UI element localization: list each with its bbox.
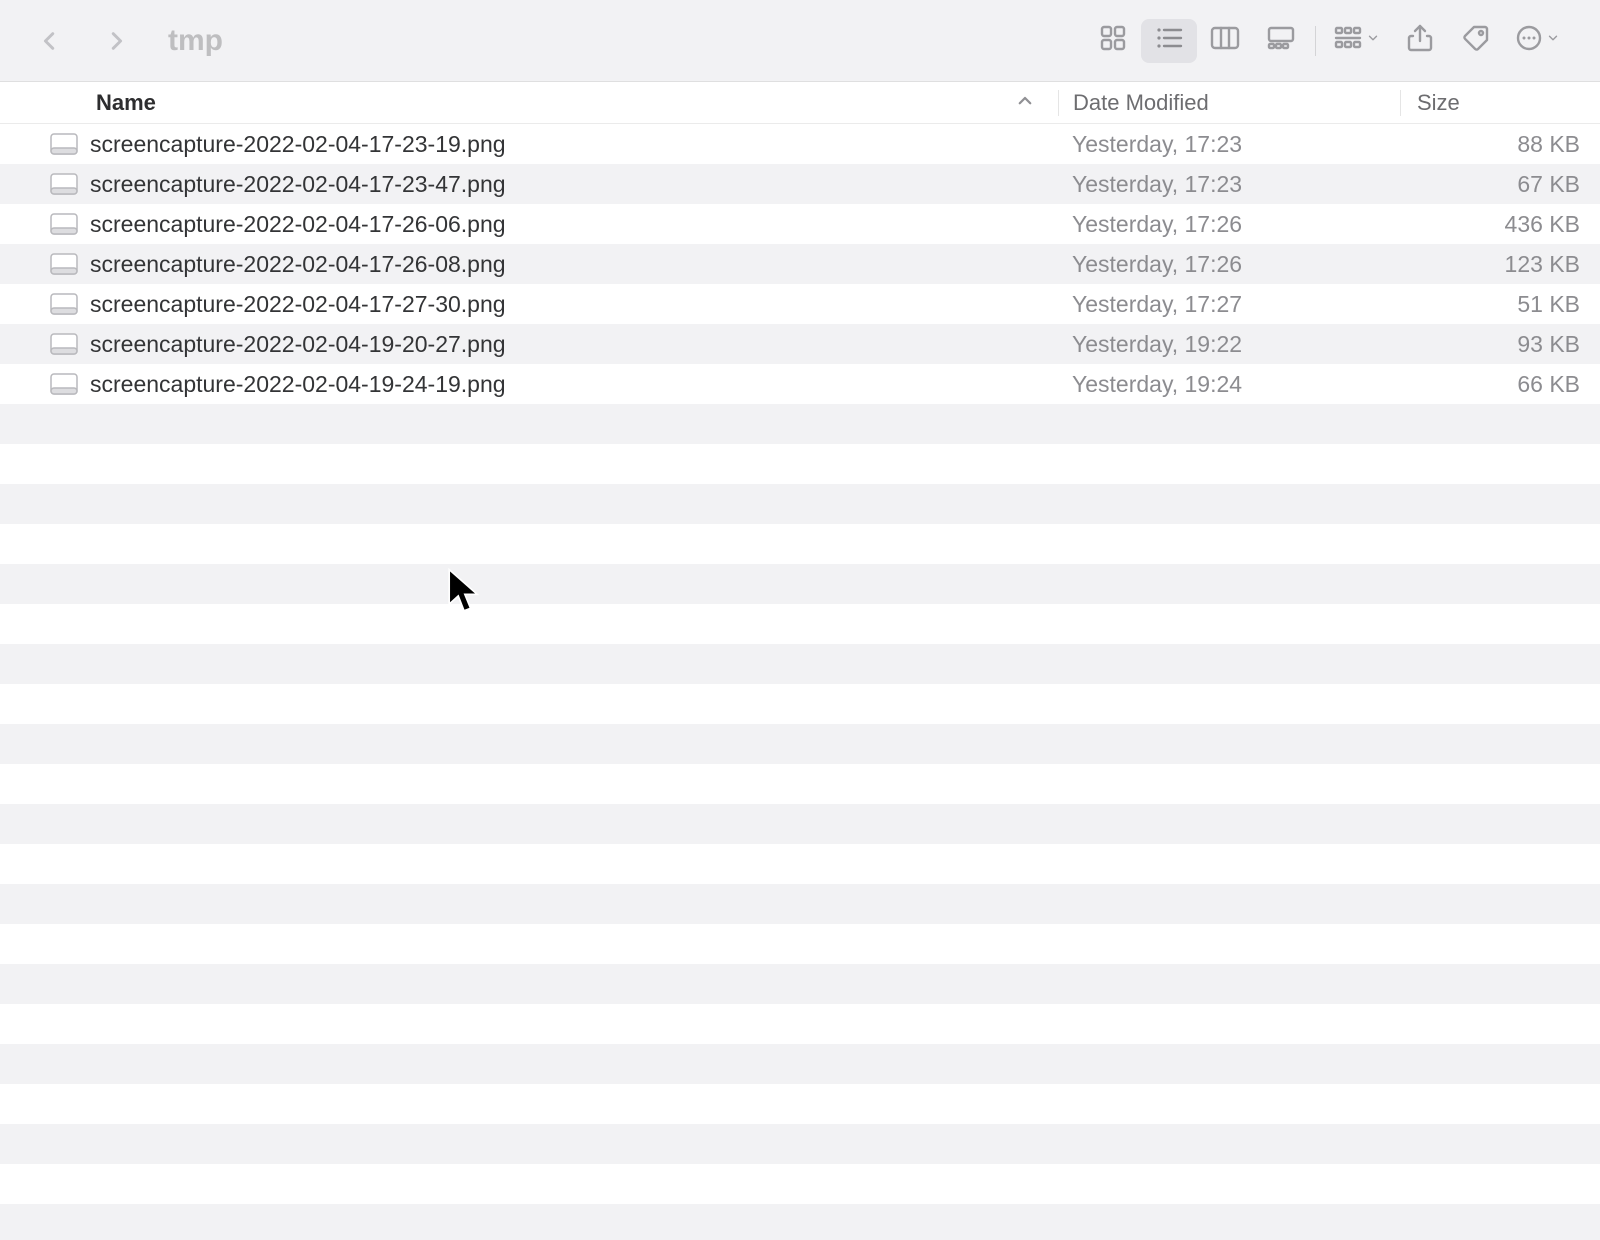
file-row[interactable]: screencapture-2022-02-04-19-20-27.png Yes… <box>0 324 1600 364</box>
file-size: 88 KB <box>1400 131 1600 158</box>
cell-name: screencapture-2022-02-04-17-26-06.png <box>0 211 1058 238</box>
file-date: Yesterday, 19:24 <box>1058 371 1400 398</box>
columns-icon <box>1210 25 1240 56</box>
image-file-icon <box>50 213 78 235</box>
empty-row <box>0 1124 1600 1164</box>
action-group <box>1322 19 1572 63</box>
tags-button[interactable] <box>1448 19 1504 63</box>
file-size: 436 KB <box>1400 211 1600 238</box>
file-name: screencapture-2022-02-04-17-26-06.png <box>90 211 506 238</box>
chevron-down-icon <box>1546 31 1560 50</box>
cell-name: screencapture-2022-02-04-17-23-47.png <box>0 171 1058 198</box>
empty-row <box>0 924 1600 964</box>
empty-row <box>0 724 1600 764</box>
image-file-icon <box>50 293 78 315</box>
column-header-row: Name Date Modified Size <box>0 82 1600 124</box>
file-size: 51 KB <box>1400 291 1600 318</box>
column-header-name[interactable]: Name <box>0 90 1058 116</box>
view-icons-button[interactable] <box>1085 19 1141 63</box>
empty-row <box>0 1204 1600 1240</box>
empty-row <box>0 804 1600 844</box>
file-row[interactable]: screencapture-2022-02-04-17-23-47.png Yes… <box>0 164 1600 204</box>
view-columns-button[interactable] <box>1197 19 1253 63</box>
file-row[interactable]: screencapture-2022-02-04-17-26-08.png Yes… <box>0 244 1600 284</box>
empty-row <box>0 524 1600 564</box>
nav-group <box>36 27 130 55</box>
cell-name: screencapture-2022-02-04-19-24-19.png <box>0 371 1058 398</box>
file-name: screencapture-2022-02-04-17-26-08.png <box>90 251 506 278</box>
back-button[interactable] <box>36 27 64 55</box>
cell-name: screencapture-2022-02-04-17-23-19.png <box>0 131 1058 158</box>
empty-row <box>0 684 1600 724</box>
toolbar: tmp <box>0 0 1600 82</box>
file-list[interactable]: screencapture-2022-02-04-17-23-19.png Yes… <box>0 124 1600 1240</box>
file-name: screencapture-2022-02-04-19-24-19.png <box>90 371 506 398</box>
column-header-date-label: Date Modified <box>1073 90 1209 115</box>
group-icon <box>1334 26 1362 55</box>
empty-row <box>0 1004 1600 1044</box>
file-date: Yesterday, 17:23 <box>1058 131 1400 158</box>
image-file-icon <box>50 333 78 355</box>
cell-name: screencapture-2022-02-04-19-20-27.png <box>0 331 1058 358</box>
file-date: Yesterday, 19:22 <box>1058 331 1400 358</box>
file-name: screencapture-2022-02-04-19-20-27.png <box>90 331 506 358</box>
tag-icon <box>1462 24 1490 57</box>
group-by-button[interactable] <box>1322 19 1392 63</box>
image-file-icon <box>50 253 78 275</box>
file-row[interactable]: screencapture-2022-02-04-17-27-30.png Yes… <box>0 284 1600 324</box>
empty-row <box>0 444 1600 484</box>
sort-ascending-icon <box>1016 90 1034 116</box>
empty-row <box>0 484 1600 524</box>
file-size: 67 KB <box>1400 171 1600 198</box>
grid-icon <box>1099 24 1127 57</box>
empty-row <box>0 564 1600 604</box>
file-name: screencapture-2022-02-04-17-23-47.png <box>90 171 506 198</box>
empty-row <box>0 964 1600 1004</box>
share-button[interactable] <box>1392 19 1448 63</box>
file-date: Yesterday, 17:27 <box>1058 291 1400 318</box>
image-file-icon <box>50 373 78 395</box>
view-list-button[interactable] <box>1141 19 1197 63</box>
image-file-icon <box>50 173 78 195</box>
empty-row <box>0 404 1600 444</box>
empty-row <box>0 1044 1600 1084</box>
file-size: 123 KB <box>1400 251 1600 278</box>
toolbar-separator <box>1315 26 1316 56</box>
empty-row <box>0 1164 1600 1204</box>
image-file-icon <box>50 133 78 155</box>
cell-name: screencapture-2022-02-04-17-26-08.png <box>0 251 1058 278</box>
empty-row <box>0 764 1600 804</box>
empty-row <box>0 884 1600 924</box>
empty-row <box>0 644 1600 684</box>
more-icon <box>1516 25 1542 56</box>
view-gallery-button[interactable] <box>1253 19 1309 63</box>
column-header-size-label: Size <box>1417 90 1460 115</box>
file-date: Yesterday, 17:26 <box>1058 211 1400 238</box>
empty-row <box>0 1084 1600 1124</box>
cell-name: screencapture-2022-02-04-17-27-30.png <box>0 291 1058 318</box>
list-icon <box>1154 24 1184 57</box>
file-date: Yesterday, 17:23 <box>1058 171 1400 198</box>
column-header-date[interactable]: Date Modified <box>1058 90 1400 116</box>
file-name: screencapture-2022-02-04-17-23-19.png <box>90 131 506 158</box>
file-name: screencapture-2022-02-04-17-27-30.png <box>90 291 506 318</box>
column-header-name-label: Name <box>96 90 156 116</box>
more-actions-button[interactable] <box>1504 19 1572 63</box>
empty-row <box>0 844 1600 884</box>
file-row[interactable]: screencapture-2022-02-04-17-26-06.png Yes… <box>0 204 1600 244</box>
column-header-size[interactable]: Size <box>1400 90 1600 116</box>
folder-title: tmp <box>168 24 223 58</box>
view-switcher <box>1085 19 1309 63</box>
chevron-down-icon <box>1366 31 1380 50</box>
file-date: Yesterday, 17:26 <box>1058 251 1400 278</box>
file-size: 66 KB <box>1400 371 1600 398</box>
share-icon <box>1407 23 1433 58</box>
empty-row <box>0 604 1600 644</box>
file-size: 93 KB <box>1400 331 1600 358</box>
file-row[interactable]: screencapture-2022-02-04-19-24-19.png Yes… <box>0 364 1600 404</box>
file-row[interactable]: screencapture-2022-02-04-17-23-19.png Yes… <box>0 124 1600 164</box>
gallery-icon <box>1266 25 1296 56</box>
forward-button[interactable] <box>102 27 130 55</box>
